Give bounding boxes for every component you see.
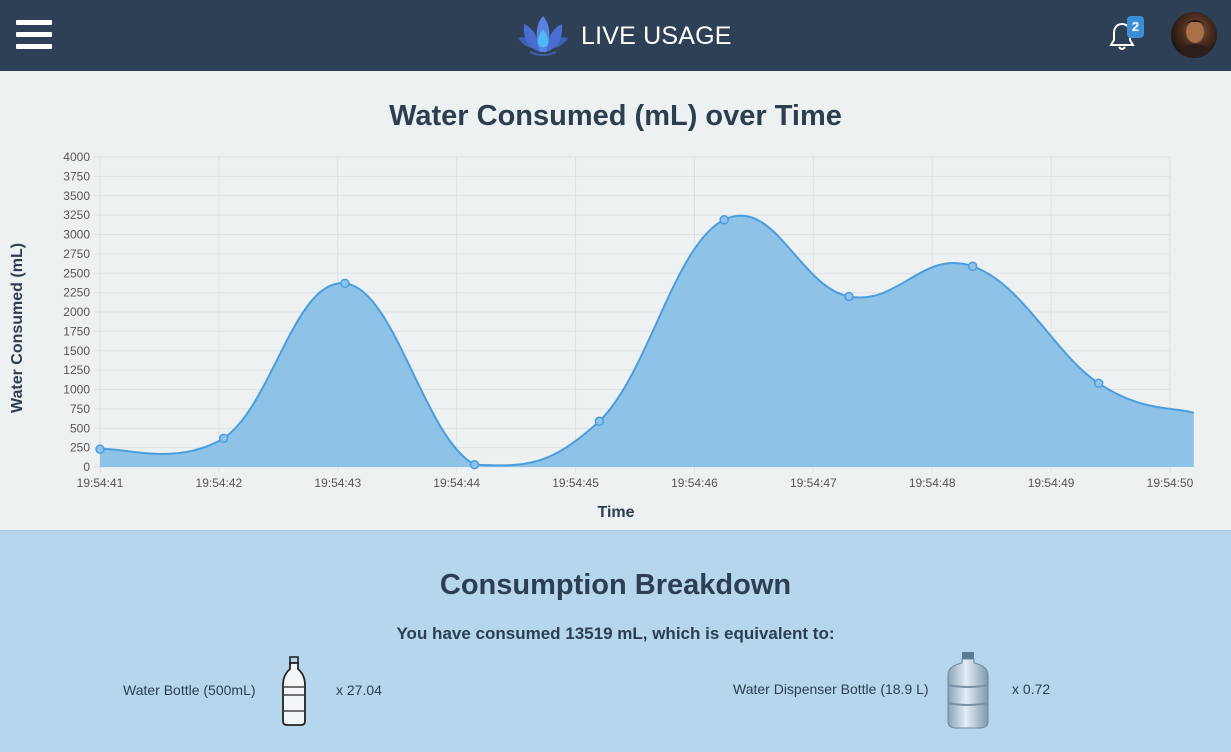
consumption-summary: You have consumed 13519 mL, which is equ… [396, 624, 835, 643]
data-point[interactable] [719, 215, 729, 225]
y-tick-label: 2750 [63, 247, 90, 261]
y-tick-label: 3500 [63, 189, 90, 203]
x-tick-label: 19:54:42 [196, 476, 243, 490]
y-tick-label: 1250 [63, 363, 90, 377]
data-point[interactable] [844, 291, 854, 302]
x-axis-label: Time [597, 504, 634, 521]
y-tick-label: 3750 [63, 169, 90, 183]
water-bottle-label: Water Bottle (500mL) [123, 682, 256, 698]
x-tick-label: 19:54:48 [909, 476, 956, 490]
y-axis-label: Water Consumed (mL) [9, 243, 26, 413]
y-tick-label: 3250 [63, 208, 90, 222]
water-dispenser-multiplier: x 0.72 [1012, 681, 1051, 697]
y-tick-label: 3000 [63, 228, 90, 242]
page-title: LIVE USAGE [581, 21, 732, 50]
data-point[interactable] [469, 459, 480, 470]
lotus-water-drop-logo-icon [518, 16, 568, 56]
y-tick-label: 500 [70, 421, 90, 435]
x-axis-ticks: 19:54:41 19:54:42 19:54:43 19:54:44 19:54:45… [77, 476, 1194, 490]
y-tick-label: 250 [70, 441, 90, 455]
y-tick-label: 0 [83, 460, 90, 474]
notification-badge[interactable]: 2 [1127, 16, 1144, 38]
x-tick-label: 19:54:43 [314, 476, 361, 490]
data-point[interactable] [95, 444, 105, 454]
data-point[interactable] [340, 278, 350, 289]
top-navbar: LIVE USAGE 2 [0, 0, 1231, 71]
y-tick-label: 4000 [63, 150, 90, 164]
y-tick-label: 1000 [63, 383, 90, 397]
data-point[interactable] [967, 261, 978, 272]
breakdown-title: Consumption Breakdown [439, 569, 792, 601]
data-point[interactable] [218, 433, 229, 444]
consumption-breakdown-panel: Consumption Breakdown You have consumed … [0, 530, 1231, 752]
x-tick-label: 19:54:44 [433, 476, 480, 490]
water-bottle-icon [282, 656, 306, 726]
water-bottle-multiplier: x 27.04 [336, 682, 382, 698]
series-area [100, 215, 1194, 467]
y-axis-ticks: 0 250 500 750 1000 1250 1500 1750 2000 2250 2500 27… [63, 150, 90, 474]
y-tick-label: 750 [70, 402, 90, 416]
data-point[interactable] [1093, 378, 1104, 389]
y-tick-label: 1750 [63, 324, 90, 338]
avatar[interactable] [1171, 12, 1217, 58]
y-tick-label: 2250 [63, 286, 90, 300]
water-consumption-chart: 0 250 500 750 1000 1250 1500 1750 2000 2250 2500 27… [9, 150, 1195, 521]
x-tick-label: 19:54:45 [552, 476, 599, 490]
x-tick-label: 19:54:50 [1147, 476, 1194, 490]
chart-title: Water Consumed (mL) over Time [389, 100, 842, 132]
y-tick-label: 2500 [63, 266, 90, 280]
y-tick-label: 2000 [63, 305, 90, 319]
y-tick-label: 1500 [63, 344, 90, 358]
x-tick-label: 19:54:47 [790, 476, 837, 490]
water-jug-icon [947, 652, 989, 729]
x-tick-label: 19:54:49 [1028, 476, 1075, 490]
x-tick-label: 19:54:46 [671, 476, 718, 490]
data-point[interactable] [594, 416, 605, 427]
hamburger-menu-icon[interactable] [16, 17, 52, 53]
x-tick-label: 19:54:41 [77, 476, 124, 490]
brand: LIVE USAGE [516, 12, 732, 60]
water-dispenser-label: Water Dispenser Bottle (18.9 L) [733, 681, 929, 697]
